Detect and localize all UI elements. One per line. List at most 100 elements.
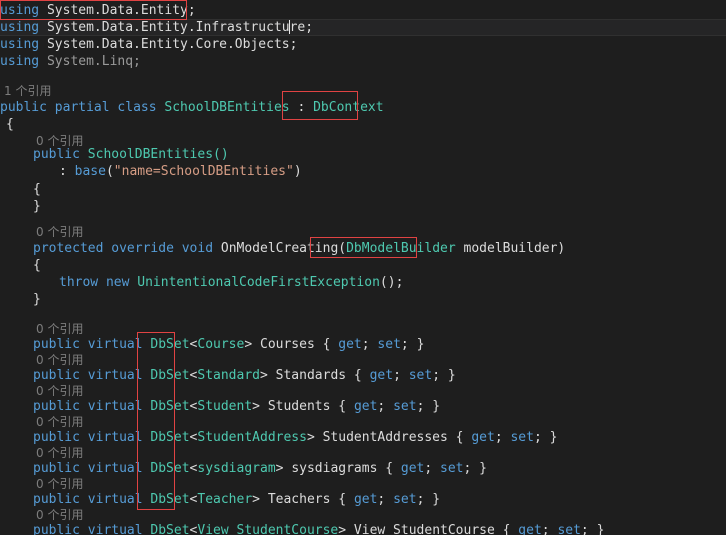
keyword-set: set (408, 368, 433, 383)
keyword-get: get (353, 399, 378, 414)
keyword-using: using (0, 54, 40, 69)
entity-type-sysdiagram: sysdiagram (197, 461, 276, 476)
code-line-class-declaration[interactable]: public partial class SchoolDBEntities : … (0, 99, 726, 116)
accessor-semicolon: ; (494, 430, 511, 445)
dbset-type: DbSet (150, 368, 190, 383)
entity-type-course: Course (197, 337, 245, 352)
class-name-schooldbentities: SchoolDBEntities (164, 100, 290, 115)
code-line-onmodelcreating-open-brace: { (33, 258, 41, 273)
codelens-studentaddresses-references[interactable]: 0 个引用 (0, 414, 726, 430)
keyword-public: public (33, 147, 80, 162)
property-modifiers: public virtual (33, 461, 151, 476)
accessor-semicolon: ; (463, 461, 480, 476)
keyword-class: class (117, 100, 157, 115)
accessor-semicolon: ; (377, 492, 394, 507)
codelens-courses-references[interactable]: 0 个引用 (0, 321, 726, 337)
codelens-viewstudentcourse-references[interactable]: 0 个引用 (0, 507, 726, 523)
dbset-type: DbSet (150, 430, 190, 445)
keyword-set: set (557, 523, 581, 535)
code-line-constructor-open-brace: { (33, 182, 41, 197)
codelens-standards-references[interactable]: 0 个引用 (0, 352, 726, 368)
code-line-constructor-base-call[interactable]: : base("name=SchoolDBEntities") (0, 163, 726, 180)
namespace-system-data-entity-core-objects: System.Data.Entity.Core.Objects; (39, 37, 298, 52)
keyword-set: set (510, 430, 534, 445)
keyword-new: new (105, 275, 130, 290)
entity-type-studentaddress: StudentAddress (197, 430, 307, 445)
accessor-close: } (447, 368, 456, 383)
keyword-using: using (0, 3, 40, 18)
accessor-semicolon: ; (377, 399, 394, 414)
code-line-dbset-viewstudentcourse[interactable]: public virtual DbSet<View_StudentCourse>… (0, 522, 726, 535)
codelens-sysdiagrams-references[interactable]: 0 个引用 (0, 445, 726, 461)
codelens-teachers-references[interactable]: 0 个引用 (0, 476, 726, 492)
accessor-semicolon: ; (432, 368, 448, 383)
code-line-using-core-objects[interactable]: using System.Data.Entity.Core.Objects; (0, 36, 726, 53)
generic-close-angle: > (338, 523, 354, 535)
keyword-set: set (393, 492, 417, 507)
codelens-students-references[interactable]: 0 个引用 (0, 383, 726, 399)
code-line-dbset-teachers[interactable]: public virtual DbSet<Teacher> Teachers {… (0, 491, 726, 508)
code-line-using-entity[interactable]: using System.Data.Entity; (0, 2, 726, 19)
parameter-type-dbmodelbuilder: DbModelBuilder (346, 241, 456, 256)
base-class-dbcontext: DbContext (313, 100, 384, 115)
accessor-semicolon: ; (393, 368, 409, 383)
namespace-system-linq: System.Linq; (39, 54, 141, 69)
property-name-studentaddresses: StudentAddresses (322, 430, 448, 445)
code-line-using-infrastructure[interactable]: using System.Data.Entity.Infrastructure; (0, 19, 726, 36)
code-line-using-linq[interactable]: using System.Linq; (0, 53, 726, 70)
property-name-courses: Courses (260, 337, 315, 352)
keyword-get: get (369, 368, 394, 383)
dbset-type: DbSet (150, 523, 190, 535)
property-name-teachers: Teachers (267, 492, 331, 507)
generic-close-angle: > (252, 399, 268, 414)
code-editor[interactable]: using System.Data.Entity; using System.D… (0, 0, 726, 535)
accessor-open: { (447, 430, 472, 445)
accessor-semicolon: ; (416, 399, 433, 414)
codelens-onmodelcreating-references[interactable]: 0 个引用 (0, 224, 726, 240)
code-line-constructor-signature[interactable]: public SchoolDBEntities() (0, 146, 726, 163)
accessor-close: } (479, 461, 487, 476)
text-caret (289, 20, 290, 34)
code-line-onmodelcreating-signature[interactable]: protected override void OnModelCreating(… (0, 240, 726, 257)
accessor-semicolon: ; (533, 430, 550, 445)
keyword-void: void (181, 241, 214, 256)
code-line-dbset-courses[interactable]: public virtual DbSet<Course> Courses { g… (0, 336, 726, 353)
generic-close-angle: > (244, 337, 260, 352)
namespace-system-data-entity-infrastructure: System.Data.Entity.Infrastructure; (39, 20, 314, 35)
keyword-get: get (471, 430, 495, 445)
codelens-class-references[interactable]: 1 个引用 (0, 83, 726, 99)
accessor-semicolon: ; (416, 492, 433, 507)
accessor-semicolon: ; (580, 523, 597, 535)
accessor-close: } (432, 399, 441, 414)
accessor-semicolon: ; (400, 337, 417, 352)
accessor-semicolon: ; (424, 461, 441, 476)
close-paren: ) (293, 164, 302, 179)
entity-type-teacher: Teacher (197, 492, 253, 507)
accessor-open: { (330, 492, 354, 507)
code-line-dbset-standards[interactable]: public virtual DbSet<Standard> Standards… (0, 367, 726, 384)
namespace-system-data-entity: System.Data.Entity; (39, 3, 196, 18)
entity-type-student: Student (197, 399, 253, 414)
accessor-open: { (346, 368, 370, 383)
accessor-open: { (330, 399, 354, 414)
base-call-colon: : (59, 164, 75, 179)
accessor-open: { (314, 337, 339, 352)
code-line-dbset-students[interactable]: public virtual DbSet<Student> Students {… (0, 398, 726, 415)
entity-type-view-studentcourse: View_StudentCourse (197, 523, 339, 535)
generic-close-angle: > (306, 430, 323, 445)
code-line-dbset-sysdiagrams[interactable]: public virtual DbSet<sysdiagram> sysdiag… (0, 460, 726, 477)
throw-statement-tail: (); (379, 275, 404, 290)
keyword-protected: protected (33, 241, 104, 256)
keyword-partial: partial (54, 100, 110, 115)
accessor-close: } (432, 492, 441, 507)
code-line-class-open-brace: { (6, 117, 14, 132)
code-line-throw-exception[interactable]: throw new UnintentionalCodeFirstExceptio… (0, 274, 726, 291)
keyword-set: set (377, 337, 401, 352)
keyword-using: using (0, 20, 40, 35)
code-line-dbset-studentaddresses[interactable]: public virtual DbSet<StudentAddress> Stu… (0, 429, 726, 446)
generic-close-angle: > (275, 461, 292, 476)
accessor-close: } (596, 523, 605, 535)
dbset-type: DbSet (150, 399, 190, 414)
property-modifiers: public virtual (33, 337, 151, 352)
parameter-name-modelbuilder: modelBuilder) (455, 241, 566, 256)
